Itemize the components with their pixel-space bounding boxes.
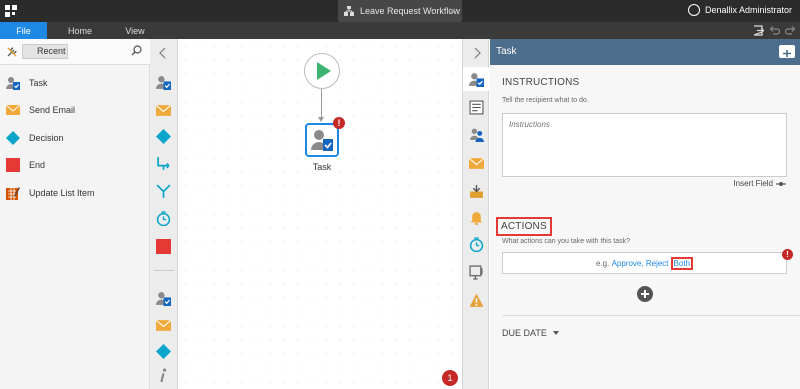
insert-field-label: Insert Field xyxy=(733,179,773,188)
close-tab-icon[interactable]: × xyxy=(449,4,456,18)
email-icon[interactable] xyxy=(156,103,171,118)
task-node[interactable] xyxy=(305,123,339,157)
toolbox-item-end[interactable]: End xyxy=(0,152,150,180)
insert-field-button[interactable]: Insert Field xyxy=(733,179,786,188)
start-node[interactable] xyxy=(304,53,340,89)
due-date-title: DUE DATE xyxy=(502,328,547,338)
users-icon[interactable] xyxy=(469,127,484,142)
insert-field-icon xyxy=(776,181,786,186)
toolbox-item-label: Task xyxy=(29,77,48,88)
email-icon[interactable] xyxy=(469,156,484,171)
toolbox-item-label: Send Email xyxy=(29,105,76,116)
actions-field[interactable]: e.g. Approve, Reject Both xyxy=(502,252,787,274)
toolbox-item-label: Update List Item xyxy=(29,187,95,198)
user-menu[interactable]: Denallix Administrator xyxy=(687,4,792,16)
tools-icon[interactable] xyxy=(6,46,18,58)
task-icon[interactable] xyxy=(156,75,171,90)
merge-icon[interactable] xyxy=(156,184,171,199)
toolbox-item-label: Decision xyxy=(29,132,64,143)
task-icon[interactable] xyxy=(469,72,484,87)
bell-icon[interactable] xyxy=(469,210,484,225)
plus-icon xyxy=(641,290,649,298)
properties-header: Task xyxy=(490,39,800,65)
panel-options-button[interactable] xyxy=(779,45,795,58)
properties-panel: Task INSTRUCTIONS Tell the recipient wha… xyxy=(490,39,800,389)
title-bar: Leave Request Workflow × Denallix Admini… xyxy=(0,0,800,22)
menu-home[interactable]: Home xyxy=(55,22,105,39)
add-action-button[interactable] xyxy=(637,286,653,302)
error-count-badge[interactable]: 1 xyxy=(442,370,458,386)
actions-reject-link[interactable]: Reject xyxy=(646,259,669,268)
toolbox-item-decision[interactable]: Decision xyxy=(0,124,150,152)
user-avatar-icon xyxy=(687,4,700,16)
task-error-badge[interactable]: ! xyxy=(333,117,345,129)
undo-icon[interactable] xyxy=(769,25,780,36)
decision-icon[interactable] xyxy=(156,344,171,359)
inbox-icon[interactable] xyxy=(469,184,484,199)
timer-icon[interactable] xyxy=(469,237,484,252)
end-icon[interactable] xyxy=(156,239,171,254)
actions-title: ACTIONS xyxy=(496,217,552,236)
section-divider xyxy=(502,315,800,316)
workflow-tab-title: Leave Request Workflow xyxy=(360,6,460,16)
task-icon xyxy=(6,76,20,90)
search-icon[interactable] xyxy=(131,45,142,56)
expand-right-chevron-icon[interactable] xyxy=(472,47,482,59)
info-icon[interactable] xyxy=(156,368,171,383)
menu-bar: File Home View xyxy=(0,22,800,39)
pin-icon xyxy=(783,50,791,57)
form-icon[interactable] xyxy=(469,100,484,115)
redo-icon[interactable] xyxy=(785,25,796,36)
collapse-left-chevron-icon[interactable] xyxy=(158,47,168,59)
toolbox-panel: Recent Task Send Email Decision End Upda… xyxy=(0,39,150,389)
timer-icon[interactable] xyxy=(156,211,171,226)
instructions-hint: Tell the recipient what to do. xyxy=(502,97,589,104)
actions-both-link[interactable]: Both xyxy=(670,256,693,270)
properties-title: Task xyxy=(496,46,517,57)
workflow-canvas[interactable]: ! Task 1 xyxy=(179,39,462,389)
email-icon[interactable] xyxy=(156,318,171,333)
connector-line xyxy=(321,89,322,119)
workflow-tab[interactable]: Leave Request Workflow × xyxy=(338,0,462,22)
recent-filter-chip[interactable]: Recent xyxy=(22,44,68,59)
menu-view[interactable]: View xyxy=(110,22,160,39)
toolbox-icon-strip xyxy=(150,39,178,389)
instructions-textarea[interactable] xyxy=(503,114,786,176)
connector-arrow xyxy=(318,117,324,122)
menu-file[interactable]: File xyxy=(0,22,47,39)
toolbox-item-update-list-item[interactable]: Update List Item xyxy=(0,179,150,207)
play-icon xyxy=(317,62,331,80)
app-launcher-icon[interactable] xyxy=(5,5,17,17)
chevron-down-icon xyxy=(552,331,559,335)
warning-icon[interactable] xyxy=(469,293,484,308)
task-node-label: Task xyxy=(312,162,332,172)
user-name: Denallix Administrator xyxy=(704,5,792,15)
instructions-title: INSTRUCTIONS xyxy=(502,77,580,88)
update-list-icon xyxy=(6,186,20,200)
actions-hint: What actions can you take with this task… xyxy=(502,238,631,245)
decision-icon[interactable] xyxy=(156,129,171,144)
strip-divider xyxy=(154,270,174,271)
workflow-icon xyxy=(344,6,354,16)
toolbox-list: Task Send Email Decision End Update List… xyxy=(0,69,150,207)
screen-icon[interactable] xyxy=(469,265,484,280)
instructions-box xyxy=(502,113,787,177)
property-tab-strip xyxy=(462,39,489,389)
toolbox-item-task[interactable]: Task xyxy=(0,69,150,97)
actions-approve-link[interactable]: Approve, xyxy=(612,259,644,268)
toolbox-search-bar: Recent xyxy=(0,39,150,65)
actions-error-badge[interactable]: ! xyxy=(782,249,793,260)
email-icon xyxy=(6,104,20,116)
decision-icon xyxy=(6,130,20,145)
toolbox-item-send-email[interactable]: Send Email xyxy=(0,97,150,125)
end-icon xyxy=(6,158,20,173)
due-date-toggle[interactable]: DUE DATE xyxy=(502,328,559,338)
toolbox-item-label: End xyxy=(29,160,46,171)
exit-icon[interactable] xyxy=(753,25,764,36)
task-icon xyxy=(311,130,333,151)
actions-prefix: e.g. xyxy=(596,258,610,268)
task-icon[interactable] xyxy=(156,291,171,306)
split-icon[interactable] xyxy=(156,156,171,171)
